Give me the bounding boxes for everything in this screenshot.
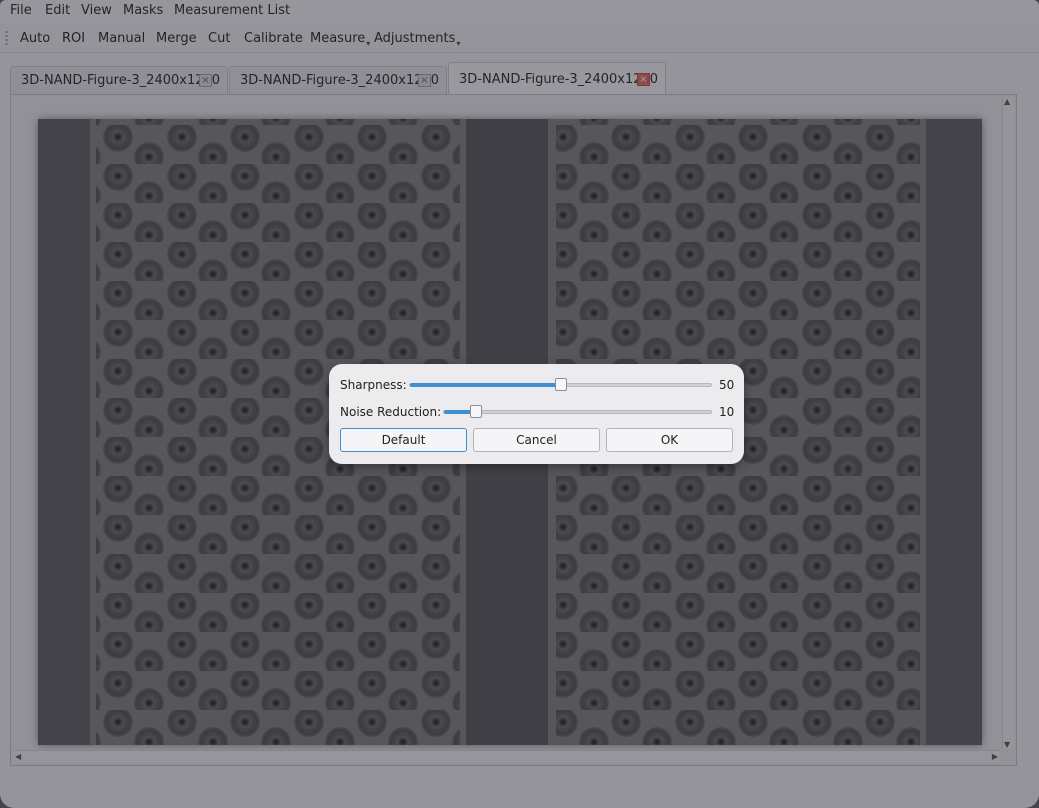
adjustments-dialog: Sharpness: 50 Noise Reduction: 10 Defaul… <box>329 364 744 464</box>
cancel-button[interactable]: Cancel <box>473 428 600 452</box>
default-button[interactable]: Default <box>340 428 467 452</box>
noise-reduction-label: Noise Reduction: <box>340 405 442 419</box>
sharpness-value: 50 <box>719 378 735 392</box>
sharpness-slider[interactable] <box>409 378 712 391</box>
sharpness-slider-handle[interactable] <box>555 378 567 391</box>
noise-reduction-slider[interactable] <box>443 405 712 418</box>
ok-button[interactable]: OK <box>606 428 733 452</box>
sharpness-label: Sharpness: <box>340 378 407 392</box>
noise-reduction-slider-handle[interactable] <box>470 405 482 418</box>
noise-reduction-value: 10 <box>719 405 735 419</box>
sharpness-slider-fill <box>410 383 561 387</box>
